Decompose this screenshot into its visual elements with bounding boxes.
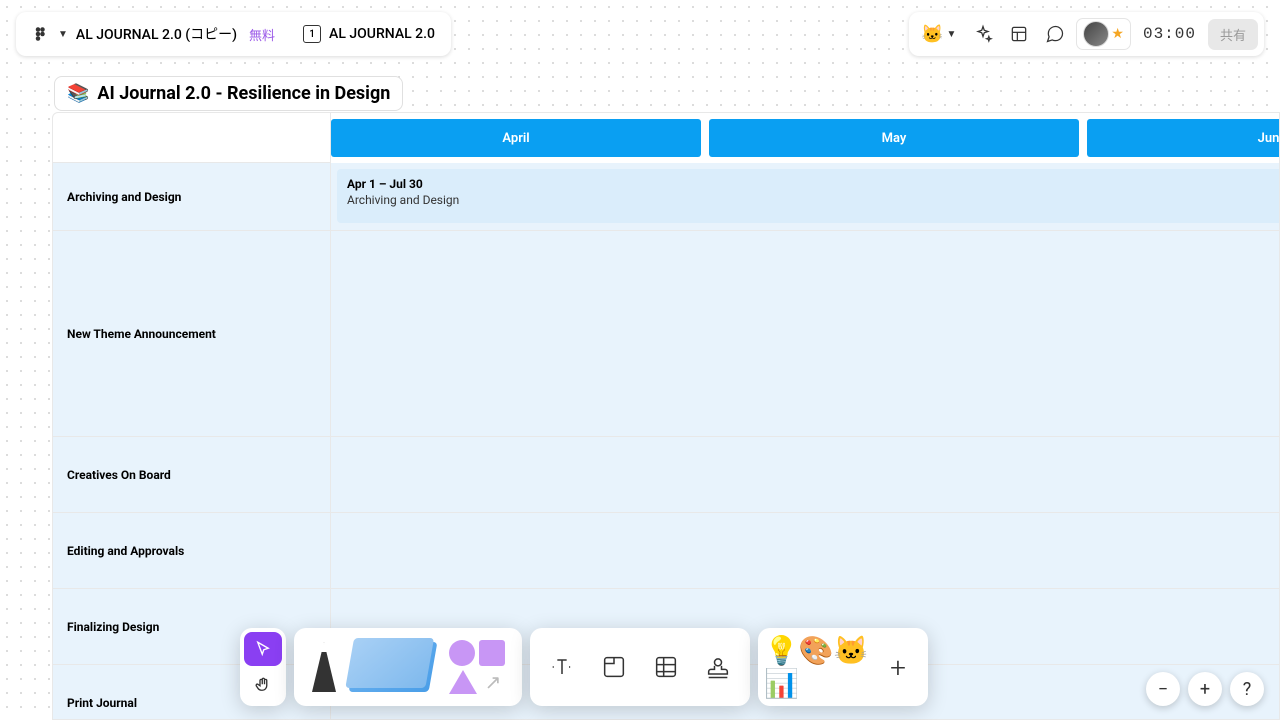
hand-tool[interactable] <box>244 668 282 702</box>
free-badge: 無料 <box>249 25 275 44</box>
add-button[interactable]: + <box>874 643 922 691</box>
topbar: ▼ AL JOURNAL 2.0 (コピー) 無料 1 AL JOURNAL 2… <box>16 12 1264 56</box>
insert-tool-group <box>530 628 750 706</box>
chevron-down-icon: ▼ <box>58 29 68 40</box>
task-title: Archiving and Design <box>347 193 1269 207</box>
gantt-row-label[interactable]: Archiving and Design <box>53 163 330 231</box>
help-button[interactable]: ? <box>1230 672 1264 706</box>
file-tab-main[interactable]: ▼ AL JOURNAL 2.0 (コピー) 無料 <box>22 18 285 50</box>
zoom-out-button[interactable]: − <box>1146 672 1180 706</box>
bottom-toolbar: ↗ 💡🎨🐱📊 + <box>240 628 928 706</box>
zoom-in-button[interactable]: + <box>1188 672 1222 706</box>
sticky-tool[interactable] <box>348 636 438 698</box>
month-header: AprilMayJune <box>331 113 1279 163</box>
square-icon <box>479 640 505 666</box>
gantt-corner <box>53 113 330 163</box>
comment-button[interactable] <box>1040 19 1070 49</box>
table-tool[interactable] <box>644 645 688 689</box>
chevron-down-icon: ▼ <box>947 29 957 40</box>
layout-button[interactable] <box>1004 19 1034 49</box>
star-icon: ★ <box>1111 26 1124 42</box>
stamp-tool[interactable] <box>696 645 740 689</box>
draw-tool-group: ↗ <box>294 628 522 706</box>
page-icon: 1 <box>303 25 321 43</box>
user-avatar <box>1083 21 1109 47</box>
gantt-row[interactable] <box>331 513 1279 589</box>
figma-icon <box>32 25 50 43</box>
pen-tool[interactable] <box>300 636 348 698</box>
month-header-cell: June <box>1087 119 1279 157</box>
timer-display[interactable]: 03:00 <box>1137 25 1202 43</box>
triangle-icon <box>449 670 477 694</box>
shapes-tool[interactable]: ↗ <box>438 636 516 698</box>
text-tool[interactable] <box>540 645 584 689</box>
title-text: AI Journal 2.0 - Resilience in Design <box>97 83 390 104</box>
gantt-row-label[interactable]: Creatives On Board <box>53 437 330 513</box>
file-tabs: ▼ AL JOURNAL 2.0 (コピー) 無料 1 AL JOURNAL 2… <box>16 12 451 56</box>
circle-icon <box>449 640 475 666</box>
gantt-row[interactable]: Apr 1 – Jul 30 Archiving and Design <box>331 163 1279 231</box>
widgets-group: 💡🎨🐱📊 + <box>758 628 928 706</box>
section-tool[interactable] <box>592 645 636 689</box>
books-icon: 📚 <box>67 83 89 104</box>
arrow-icon: ↗ <box>481 670 505 694</box>
gantt-row-label[interactable]: Editing and Approvals <box>53 513 330 589</box>
avatar-wrap[interactable]: ★ <box>1076 18 1131 50</box>
cat-icon: 🐱 <box>921 24 943 45</box>
widgets-button[interactable]: 💡🎨🐱📊 <box>764 638 874 696</box>
gantt-row-label[interactable]: New Theme Announcement <box>53 231 330 437</box>
board-title[interactable]: 📚 AI Journal 2.0 - Resilience in Design <box>54 76 403 111</box>
gantt-task-bar[interactable]: Apr 1 – Jul 30 Archiving and Design <box>337 169 1279 223</box>
page-name: AL JOURNAL 2.0 <box>329 26 435 42</box>
topright-controls: 🐱 ▼ ★ 03:00 共有 <box>909 12 1264 56</box>
task-dates: Apr 1 – Jul 30 <box>347 177 1269 191</box>
move-tool[interactable] <box>244 632 282 666</box>
month-header-cell: May <box>709 119 1079 157</box>
share-button[interactable]: 共有 <box>1208 19 1258 50</box>
file-name: AL JOURNAL 2.0 (コピー) <box>76 24 237 44</box>
ai-button[interactable] <box>968 19 998 49</box>
select-tool-group <box>240 628 286 706</box>
month-header-cell: April <box>331 119 701 157</box>
reactions-button[interactable]: 🐱 ▼ <box>915 20 962 49</box>
gantt-row[interactable] <box>331 437 1279 513</box>
gantt-row[interactable] <box>331 231 1279 437</box>
zoom-controls: − + ? <box>1146 672 1264 706</box>
page-tab[interactable]: 1 AL JOURNAL 2.0 <box>293 18 445 50</box>
